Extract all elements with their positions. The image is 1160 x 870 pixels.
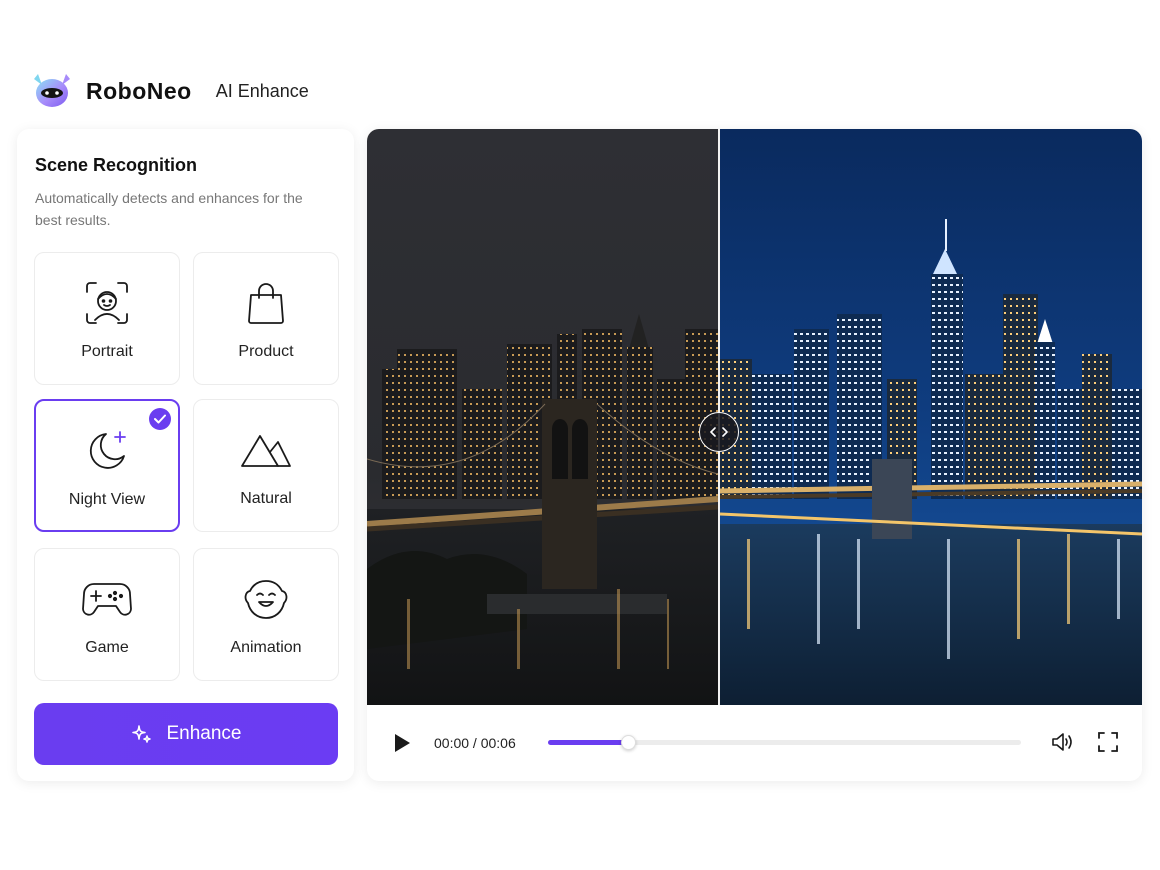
portrait-icon	[81, 279, 133, 327]
gamepad-icon	[81, 575, 133, 623]
cartoon-face-icon	[240, 575, 292, 623]
page-subtitle: AI Enhance	[215, 80, 309, 101]
brand-name: RoboNeo	[86, 77, 192, 104]
scene-label: Animation	[230, 639, 302, 656]
compare-slider-handle[interactable]	[699, 412, 739, 452]
scene-card-product[interactable]: Product	[193, 252, 339, 385]
scene-card-night-view[interactable]: Night View	[34, 399, 180, 532]
roboneo-logo-icon	[34, 74, 70, 107]
scene-recognition-panel: Scene Recognition Automatically detects …	[17, 129, 354, 781]
scene-label: Night View	[68, 491, 146, 508]
volume-icon[interactable]	[1051, 731, 1075, 753]
scene-label: Portrait	[81, 343, 133, 360]
progress-track[interactable]	[548, 735, 1021, 750]
scene-label: Product	[238, 343, 294, 360]
app-header: RoboNeo AI Enhance	[30, 70, 309, 112]
scene-card-game[interactable]: Game	[34, 548, 180, 681]
before-after-viewer: 00:00 / 00:06	[367, 129, 1142, 781]
video-controls: 00:00 / 00:06	[367, 705, 1142, 781]
panel-title: Scene Recognition	[35, 155, 198, 175]
time-display: 00:00 / 00:06	[434, 735, 516, 751]
scene-label: Game	[85, 639, 129, 656]
selected-check-icon	[149, 408, 171, 430]
progress-knob[interactable]	[621, 735, 637, 750]
panel-description: Automatically detects and enhances for t…	[35, 190, 303, 228]
scene-card-portrait[interactable]: Portrait	[34, 252, 180, 385]
moon-star-icon	[81, 427, 133, 475]
scene-card-animation[interactable]: Animation	[193, 548, 339, 681]
progress-fill	[548, 740, 629, 745]
play-button[interactable]	[393, 733, 411, 753]
scene-card-natural[interactable]: Natural	[193, 399, 339, 532]
mountain-icon	[240, 426, 292, 474]
sparkle-icon	[132, 725, 152, 743]
enhance-label: Enhance	[166, 723, 242, 744]
enhance-button[interactable]: Enhance	[34, 703, 338, 765]
city-night-comparison-image	[367, 129, 1142, 705]
shopping-bag-icon	[240, 279, 292, 327]
scene-label: Natural	[240, 490, 292, 507]
chevron-left-right-icon	[710, 427, 728, 437]
fullscreen-icon[interactable]	[1097, 731, 1119, 753]
